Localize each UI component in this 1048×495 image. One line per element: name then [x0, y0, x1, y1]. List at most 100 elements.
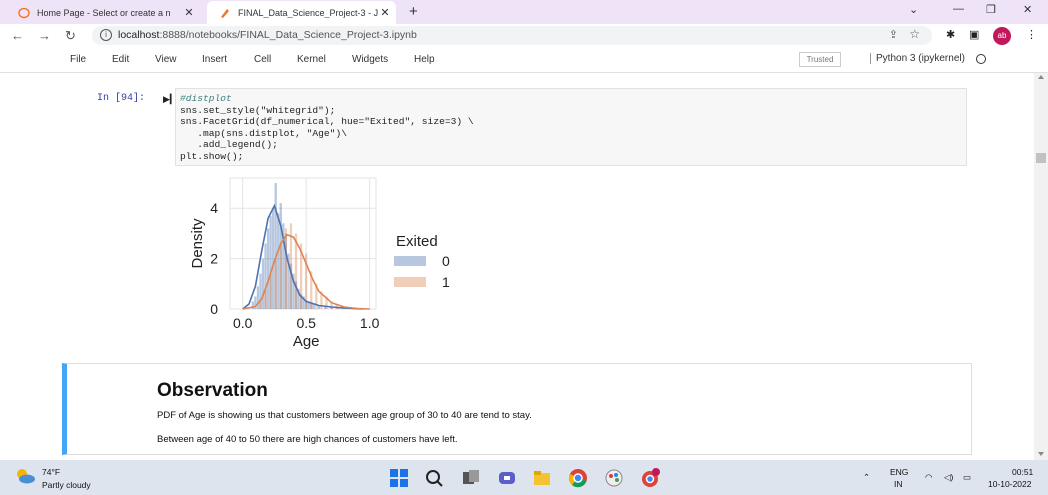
url-host: localhost [118, 29, 160, 41]
distplot-chart: 0.0 0.5 1.0024AgeDensity Exited01 [189, 177, 450, 350]
scroll-down-icon[interactable] [1038, 452, 1044, 456]
paint-icon[interactable] [604, 468, 624, 488]
address-toolbar: ← → ↻ i localhost:8888/notebooks/FINAL_D… [0, 24, 1048, 47]
histogram-bar [261, 258, 265, 309]
plot-frame [229, 177, 377, 310]
code-cell-input[interactable]: #distplot sns.set_style("whitegrid"); sn… [175, 88, 967, 166]
menu-kernel[interactable]: Kernel [297, 54, 326, 65]
site-info-icon[interactable]: i [100, 29, 112, 41]
scroll-up-icon[interactable] [1038, 75, 1044, 79]
y-tick-label: 4 [210, 200, 218, 216]
url-text: localhost:8888/notebooks/FINAL_Data_Scie… [118, 29, 417, 41]
search-icon[interactable] [424, 468, 444, 488]
bookmark-star-icon[interactable]: ☆ [909, 27, 920, 41]
new-tab-icon[interactable]: + [409, 3, 418, 20]
histogram-bar [274, 258, 277, 309]
tab-title: Home Page - Select or create a n [37, 7, 171, 18]
partly-cloudy-icon[interactable] [14, 467, 36, 485]
menu-edit[interactable]: Edit [112, 54, 129, 65]
jupyter-favicon-icon [18, 7, 30, 18]
file-explorer-icon[interactable] [532, 468, 552, 488]
code-line: .map(sns.distplot, "Age")\ [180, 127, 347, 139]
menu-file[interactable]: File [70, 54, 86, 65]
clock-time[interactable]: 00:51 [1012, 467, 1033, 477]
histogram-bar [272, 208, 275, 309]
tab-home-page[interactable]: Home Page - Select or create a n ✕ [14, 1, 200, 24]
extensions-icon[interactable]: ✱ [946, 28, 955, 41]
menu-widgets[interactable]: Widgets [352, 54, 388, 65]
legend-swatch-1 [394, 277, 426, 287]
clock-date[interactable]: 10-10-2022 [988, 479, 1031, 489]
close-tab-icon[interactable]: ✕ [378, 6, 392, 19]
legend-title: Exited [396, 233, 438, 250]
wifi-icon[interactable]: ◠ [925, 472, 932, 483]
close-tab-icon[interactable]: ✕ [182, 6, 196, 19]
browser-menu-icon[interactable]: ⋮ [1026, 28, 1037, 41]
language-indicator[interactable]: ENG [890, 467, 908, 477]
teams-chat-icon[interactable] [497, 468, 517, 488]
histogram-bar [284, 228, 288, 309]
histogram-bar [279, 243, 282, 309]
windows-taskbar: 74°F Partly cloudy ⌃ ENG IN ◠ ◁) ▭ 00:51… [0, 460, 1048, 495]
volume-icon[interactable]: ◁) [944, 472, 953, 483]
chrome-icon[interactable] [568, 468, 588, 488]
menu-help[interactable]: Help [414, 54, 435, 65]
reload-icon[interactable]: ↻ [65, 28, 76, 44]
trusted-badge[interactable]: Trusted [799, 52, 841, 67]
menu-view[interactable]: View [155, 54, 177, 65]
back-icon[interactable]: ← [11, 28, 24, 43]
task-view-icon[interactable] [461, 468, 481, 488]
chrome-profile-icon[interactable] [640, 468, 660, 488]
cell-prompt: In [94]: [97, 93, 146, 104]
y-tick-label: 2 [210, 251, 218, 267]
sidebar-icon[interactable]: ▣ [969, 28, 979, 41]
battery-icon[interactable]: ▭ [963, 472, 971, 483]
legend-label-1: 1 [442, 274, 450, 290]
close-window-icon[interactable]: ✕ [1023, 3, 1032, 16]
notebook-favicon-icon [221, 8, 229, 18]
chart-grid [229, 177, 377, 310]
histogram-bar [269, 273, 272, 309]
tab-title: FINAL_Data_Science_Project-3 - J [238, 7, 378, 18]
weather-condition[interactable]: Partly cloudy [42, 480, 91, 490]
scroll-thumb[interactable] [1036, 153, 1046, 163]
show-hidden-icons-chevron-icon[interactable]: ⌃ [863, 472, 870, 483]
x-tick-label: 0.0 [233, 315, 253, 331]
kernel-name[interactable]: Python 3 (ipykernel) [870, 53, 965, 64]
histogram-bar [277, 213, 280, 309]
tab-notebook[interactable]: FINAL_Data_Science_Project-3 - J ✕ [207, 1, 396, 24]
code-line: #distplot [180, 93, 232, 104]
observation-line-2: Between age of 40 to 50 there are high c… [157, 434, 458, 445]
observation-panel: Observation PDF of Age is showing us tha… [62, 363, 972, 455]
y-tick-label: 0 [210, 301, 218, 317]
windows-start-icon[interactable] [389, 468, 409, 488]
observation-line-1: PDF of Age is showing us that customers … [157, 410, 532, 421]
minimize-icon[interactable]: — [953, 3, 964, 15]
code-line: plt.show(); [180, 150, 244, 162]
x-tick-label: 0.5 [296, 315, 316, 331]
code-line: .add_legend(); [180, 139, 278, 150]
menu-cell[interactable]: Cell [254, 54, 271, 65]
x-tick-label: 1.0 [360, 315, 380, 331]
url-path: :8888/notebooks/FINAL_Data_Science_Proje… [159, 29, 417, 41]
kernel-idle-indicator-icon [976, 54, 986, 64]
code-line: sns.FacetGrid(df_numerical, hue="Exited"… [180, 116, 474, 127]
x-axis-label: Age [293, 333, 320, 350]
weather-temperature[interactable]: 74°F [42, 467, 60, 477]
chart-legend: Exited0 1 [394, 233, 450, 290]
tab-search-chevron-icon[interactable]: ⌄ [909, 3, 918, 16]
share-icon[interactable]: ⇪ [889, 28, 898, 41]
forward-icon[interactable]: → [38, 28, 51, 43]
region-indicator[interactable]: IN [894, 479, 903, 489]
histogram-bar [266, 228, 270, 309]
notebook-scrollbar[interactable] [1034, 73, 1048, 460]
observation-heading: Observation [157, 380, 268, 401]
legend-label-0: 0 [442, 253, 450, 269]
browser-tab-bar: Home Page - Select or create a n ✕ FINAL… [0, 0, 1048, 24]
menu-insert[interactable]: Insert [202, 54, 227, 65]
profile-avatar[interactable]: ab [993, 27, 1011, 45]
restore-icon[interactable]: ❐ [986, 3, 996, 16]
screen: Home Page - Select or create a n ✕ FINAL… [0, 0, 1048, 495]
address-bar[interactable]: i localhost:8888/notebooks/FINAL_Data_Sc… [92, 26, 932, 45]
jupyter-menubar: File Edit View Insert Cell Kernel Widget… [0, 47, 1048, 73]
